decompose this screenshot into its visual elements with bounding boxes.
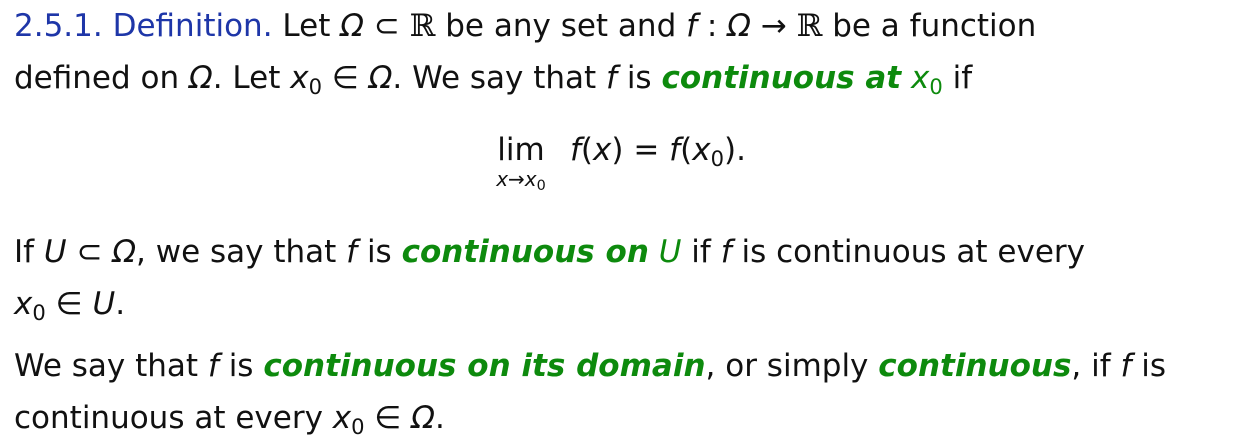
math-reals: ℝ: [409, 8, 436, 44]
text: We say that: [14, 348, 208, 384]
term-continuous-on-its-domain: continuous on its domain: [263, 348, 706, 384]
text: , if: [1071, 348, 1121, 384]
limit-operator: lim x→x0: [480, 130, 562, 193]
text: be any set and: [435, 8, 687, 44]
text: ⊂: [66, 234, 113, 270]
math-f: f: [207, 348, 219, 384]
text: ⊂: [363, 8, 410, 44]
math-f: f: [570, 132, 581, 168]
math-omega: Ω: [189, 60, 213, 96]
math-subscript: 0: [32, 299, 46, 325]
paragraph-3-line-2: continuous at every x0 ∈ Ω.: [14, 398, 445, 438]
math-omega: Ω: [340, 8, 364, 44]
math-f: f: [346, 234, 358, 270]
math-omega: Ω: [727, 8, 751, 44]
text: is: [616, 60, 662, 96]
text: If: [14, 234, 44, 270]
math-x: x: [290, 60, 309, 96]
paren: (: [580, 132, 594, 168]
text: Let: [272, 8, 341, 44]
paragraph-2-line-2: x0 ∈ U.: [14, 284, 125, 324]
math-U: U: [92, 286, 116, 322]
definition-slide: 2.5.1. Definition. Let Ω ⊂ ℝ be any set …: [14, 0, 1230, 438]
text: :: [697, 8, 728, 44]
math-f: f: [686, 8, 698, 44]
text: ∈: [364, 400, 412, 436]
math-x: x: [496, 167, 509, 191]
math-U: U: [43, 234, 67, 270]
lim-word: lim: [497, 132, 545, 168]
math-U-green: U: [658, 234, 682, 270]
text: ∈: [322, 60, 369, 96]
math-reals: ℝ: [796, 8, 823, 44]
text: →: [750, 8, 797, 44]
limit-equation: lim x→x0 f(x) = f(x0).: [14, 130, 1230, 210]
math-f: f: [720, 234, 732, 270]
term-continuous-at: continuous at: [661, 60, 902, 96]
math-subscript: 0: [308, 73, 322, 99]
math-x: x: [593, 132, 612, 168]
paragraph-2-line-1: If U ⊂ Ω, we say that f is continuous on…: [14, 232, 1085, 272]
limit-subscript: x→x0: [480, 167, 562, 193]
text: . Let: [212, 60, 291, 96]
term-continuous: continuous: [878, 348, 1072, 384]
text: .: [434, 400, 445, 436]
math-x-green: x: [911, 60, 930, 96]
paragraph-3-line-1: We say that f is continuous on its domai…: [14, 346, 1166, 386]
paren-close: ).: [723, 132, 746, 168]
definition-line-2: defined on Ω. Let x0 ∈ Ω. We say that f …: [14, 58, 972, 98]
term-continuous-on: continuous on: [401, 234, 649, 270]
text: is continuous at every: [731, 234, 1086, 270]
math-f: f: [669, 132, 681, 168]
math-f: f: [606, 60, 617, 96]
text: . We say that: [392, 60, 607, 96]
text: .: [115, 286, 126, 322]
math-subscript: 0: [536, 178, 546, 195]
math-omega: Ω: [112, 234, 137, 270]
text: continuous at every: [14, 400, 333, 436]
math-omega: Ω: [368, 60, 393, 96]
math-x: x: [692, 132, 711, 168]
equals: ) =: [611, 132, 670, 168]
equation-body: f(x) = f(x0).: [570, 130, 746, 170]
text: if: [681, 234, 721, 270]
definition-heading: 2.5.1. Definition.: [14, 8, 273, 44]
text: is: [1131, 348, 1167, 384]
paren: (: [680, 132, 693, 168]
text: defined on: [14, 60, 189, 96]
text: be a function: [822, 8, 1037, 44]
definition-line-1: 2.5.1. Definition. Let Ω ⊂ ℝ be any set …: [14, 6, 1036, 46]
math-omega: Ω: [411, 400, 435, 436]
math-f: f: [1120, 348, 1132, 384]
text: , or simply: [705, 348, 879, 384]
math-subscript: 0: [710, 145, 724, 171]
text: is: [218, 348, 264, 384]
text: is: [357, 234, 402, 270]
math-x: x: [332, 400, 352, 436]
math-subscript-green: 0: [929, 73, 943, 99]
math-subscript: 0: [351, 413, 365, 439]
text: ∈: [45, 286, 93, 322]
arrow: →: [508, 167, 525, 191]
math-x: x: [14, 286, 33, 322]
text: , we say that: [136, 234, 347, 270]
math-x: x: [524, 167, 537, 191]
text: if: [942, 60, 973, 96]
